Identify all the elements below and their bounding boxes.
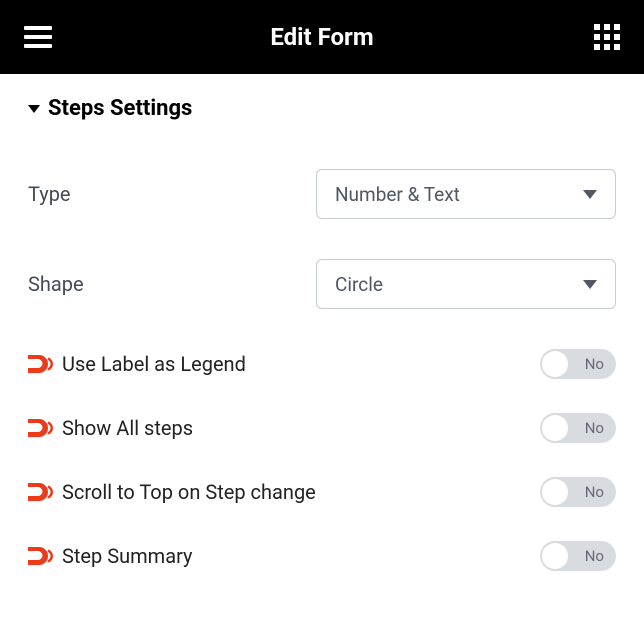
chevron-down-icon — [583, 190, 597, 199]
toggle-use-label-as-legend[interactable]: No — [540, 349, 616, 379]
toggle-value: No — [585, 483, 604, 501]
toggle-label: Step Summary — [62, 543, 193, 569]
select-type[interactable]: Number & Text — [316, 169, 616, 219]
chevron-down-icon — [583, 280, 597, 289]
select-value-type: Number & Text — [335, 183, 460, 206]
field-label-shape: Shape — [28, 272, 84, 296]
toggle-knob — [542, 543, 568, 569]
toggle-value: No — [585, 355, 604, 373]
caret-down-icon — [28, 105, 40, 113]
content-area: Steps Settings Type Number & Text Shape … — [0, 74, 644, 627]
toggle-value: No — [585, 547, 604, 565]
toggle-knob — [542, 415, 568, 441]
dino-icon — [28, 481, 56, 503]
toggle-show-all-steps[interactable]: No — [540, 413, 616, 443]
toggle-scroll-to-top[interactable]: No — [540, 477, 616, 507]
dino-icon — [28, 545, 56, 567]
select-shape[interactable]: Circle — [316, 259, 616, 309]
toggle-label: Use Label as Legend — [62, 351, 246, 377]
apps-grid-icon[interactable] — [594, 24, 620, 50]
dino-icon — [28, 417, 56, 439]
toggle-label: Show All steps — [62, 415, 193, 441]
toggle-value: No — [585, 419, 604, 437]
page-title: Edit Form — [270, 23, 373, 51]
toggle-row-use-label-as-legend: Use Label as Legend No — [28, 349, 616, 379]
section-title: Steps Settings — [48, 96, 192, 121]
toggle-step-summary[interactable]: No — [540, 541, 616, 571]
dino-icon — [28, 353, 56, 375]
toggle-row-show-all-steps: Show All steps No — [28, 413, 616, 443]
toggle-label: Scroll to Top on Step change — [62, 479, 316, 505]
select-value-shape: Circle — [335, 273, 383, 296]
field-label-type: Type — [28, 182, 71, 206]
menu-icon[interactable] — [24, 26, 54, 48]
toggle-row-step-summary: Step Summary No — [28, 541, 616, 571]
section-header-steps-settings[interactable]: Steps Settings — [28, 96, 616, 121]
field-row-type: Type Number & Text — [28, 169, 616, 219]
field-row-shape: Shape Circle — [28, 259, 616, 309]
header-bar: Edit Form — [0, 0, 644, 74]
toggle-knob — [542, 479, 568, 505]
toggle-row-scroll-to-top: Scroll to Top on Step change No — [28, 477, 616, 507]
toggle-knob — [542, 351, 568, 377]
